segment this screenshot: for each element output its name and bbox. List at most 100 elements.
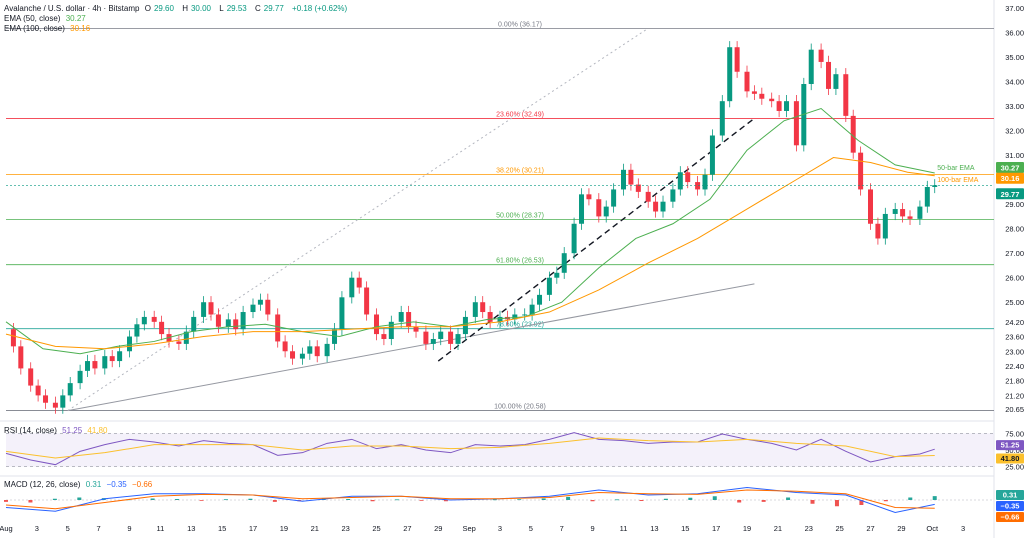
price-tick-label: 21.20	[1005, 391, 1024, 400]
candle-body	[621, 169, 626, 190]
candle-body	[127, 336, 132, 352]
candle-body	[448, 331, 454, 344]
macd-histogram-bar	[639, 500, 644, 501]
candle-body	[843, 74, 849, 116]
macd-histogram-bar	[908, 497, 913, 500]
time-tick-label: 3	[961, 524, 965, 533]
macd-histogram-bar	[77, 497, 82, 500]
rsi-legend: RSI (14, close) 51.25 41.80	[4, 426, 110, 435]
candle-body	[833, 74, 839, 89]
price-change: +0.18 (+0.62%)	[292, 4, 348, 13]
rsi-tick-label: 75.00	[1005, 429, 1024, 438]
time-tick-label: 25	[372, 524, 380, 533]
candle-body	[554, 272, 560, 278]
price-tick-label: 28.00	[1005, 225, 1024, 234]
fib-level-label: 61.80% (26.53)	[496, 258, 544, 265]
rsi-label: RSI (14, close)	[4, 426, 57, 435]
price-tick-label: 29.00	[1005, 200, 1024, 209]
candle-body	[92, 361, 98, 369]
macd-histogram-bar	[810, 500, 815, 504]
macd-histogram-bar	[590, 500, 595, 502]
rsi-ma-value: 41.80	[87, 426, 108, 435]
macd-histogram-bar	[663, 498, 668, 500]
candle-body	[159, 321, 165, 335]
macd-histogram-bar	[28, 500, 33, 503]
trend-line	[437, 117, 755, 362]
rsi-band	[6, 433, 994, 467]
ohlc-open: O 29.60	[144, 4, 174, 13]
time-tick-label: 17	[712, 524, 720, 533]
candle-body	[117, 351, 123, 362]
time-tick-label: 29	[897, 524, 905, 533]
price-tick-label: 26.00	[1005, 274, 1024, 283]
time-tick-label: 19	[280, 524, 288, 533]
macd-histogram-bar	[492, 499, 497, 501]
candle-body	[250, 304, 256, 313]
candle-body	[339, 297, 345, 330]
candle-body	[102, 356, 108, 369]
candle-body	[455, 334, 461, 344]
time-tick-label: 13	[650, 524, 658, 533]
time-tick-label: Aug	[0, 524, 13, 533]
candle-body	[924, 186, 930, 207]
candle-body	[398, 312, 404, 322]
macd-histogram-bar	[834, 500, 839, 507]
candle-body	[892, 209, 898, 214]
macd-signal-value: −0.66	[132, 480, 153, 489]
macd-badge-label: −0.66	[1001, 513, 1020, 522]
time-tick-label: 27	[403, 524, 411, 533]
candle-body	[611, 189, 617, 207]
candle-body	[826, 61, 832, 89]
candle-body	[645, 191, 651, 202]
candle-body	[900, 209, 906, 217]
macd-badge-label: 0.31	[1003, 491, 1018, 500]
time-tick-label: 11	[156, 524, 164, 533]
candle-body	[719, 101, 725, 136]
ema100-legend: EMA (100, close) 30.16	[4, 24, 93, 33]
candle-body	[818, 49, 824, 62]
macd-histogram-bar	[761, 500, 766, 502]
candle-body	[751, 91, 757, 94]
macd-histogram-bar	[223, 499, 228, 501]
time-tick-label: 5	[66, 524, 70, 533]
trading-chart[interactable]: 37.00 36.00 35.00 34.00 33.00 32.00 31.00 29.00…	[0, 0, 1024, 538]
trend-line	[67, 283, 755, 412]
macd-value: −0.35	[106, 480, 127, 489]
candle-body	[52, 402, 58, 408]
macd-badge-label: −0.35	[1001, 502, 1020, 511]
ohlc-low: L 29.53	[219, 4, 247, 13]
candle-body	[290, 351, 296, 359]
candle-body	[784, 101, 790, 111]
candle-body	[208, 302, 214, 315]
candle-body	[561, 253, 567, 273]
symbol-title: Avalanche / U.S. dollar · 4h · Bitstamp	[4, 4, 140, 13]
time-tick-label: 17	[249, 524, 257, 533]
candle-body	[734, 47, 740, 72]
rsi-badge-label: 51.25	[1001, 441, 1020, 450]
fib-level-label: 100.00% (20.58)	[494, 404, 546, 411]
candle-body	[917, 206, 923, 219]
price-tick-label: 22.40	[1005, 362, 1024, 371]
price-tick-label: 24.20	[1005, 318, 1024, 327]
candle-body	[438, 331, 444, 339]
ema50-label: EMA (50, close)	[4, 14, 61, 23]
candle-body	[472, 302, 478, 317]
candle-body	[546, 277, 552, 295]
price-tick-label: 23.60	[1005, 333, 1024, 342]
candle-body	[537, 294, 543, 305]
symbol-legend: Avalanche / U.S. dollar · 4h · Bitstamp …	[4, 4, 350, 13]
time-tick-label: 3	[498, 524, 502, 533]
candle-body	[727, 47, 733, 102]
candle-body	[282, 341, 288, 352]
candle-body	[18, 346, 24, 369]
ema100-value: 30.16	[70, 24, 91, 33]
candle-body	[109, 356, 115, 362]
time-tick-label: 5	[529, 524, 533, 533]
candle-body	[875, 223, 881, 239]
macd-histogram-bar	[566, 496, 571, 500]
candle-body	[596, 199, 602, 217]
macd-histogram-bar	[541, 498, 546, 500]
candle-body	[882, 213, 888, 239]
price-tick-label: 34.00	[1005, 78, 1024, 87]
candle-body	[628, 169, 634, 185]
